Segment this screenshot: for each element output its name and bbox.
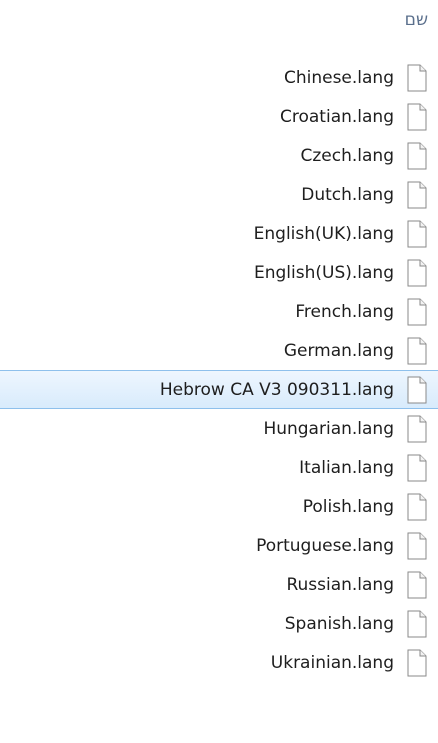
document-icon (407, 532, 427, 559)
file-row[interactable]: English(UK).lang (0, 214, 438, 253)
document-icon (407, 415, 427, 442)
file-name: Croatian.lang (280, 106, 394, 127)
document-icon (407, 376, 427, 403)
document-icon (407, 454, 427, 481)
file-row[interactable]: Portuguese.lang (0, 526, 438, 565)
file-row[interactable]: Hungarian.lang (0, 409, 438, 448)
document-icon (407, 181, 427, 208)
file-row[interactable]: French.lang (0, 292, 438, 331)
file-row[interactable]: Spanish.lang (0, 604, 438, 643)
document-icon (407, 259, 427, 286)
file-row[interactable]: Russian.lang (0, 565, 438, 604)
file-row[interactable]: Chinese.lang (0, 58, 438, 97)
file-name: English(US).lang (254, 262, 394, 283)
file-name: Dutch.lang (301, 184, 394, 205)
document-icon (407, 610, 427, 637)
file-list: Chinese.lang Croatian.lang Czech.lang Du… (0, 58, 438, 682)
file-name: Polish.lang (302, 496, 394, 517)
file-name: Ukrainian.lang (270, 652, 394, 673)
file-row[interactable]: Polish.lang (0, 487, 438, 526)
file-name: German.lang (283, 340, 394, 361)
document-icon (407, 493, 427, 520)
file-row[interactable]: English(US).lang (0, 253, 438, 292)
file-row[interactable]: Dutch.lang (0, 175, 438, 214)
file-name: Czech.lang (300, 145, 394, 166)
file-row-selected[interactable]: Hebrow CA V3 090311.lang (0, 370, 438, 409)
file-name: English(UK).lang (253, 223, 394, 244)
file-name: Portuguese.lang (256, 535, 394, 556)
name-column-header[interactable]: שם (405, 10, 428, 30)
file-name: Spanish.lang (284, 613, 394, 634)
document-icon (407, 220, 427, 247)
file-name: Italian.lang (299, 457, 394, 478)
document-icon (407, 298, 427, 325)
file-name: Hungarian.lang (263, 418, 394, 439)
file-name: Chinese.lang (283, 67, 394, 88)
document-icon (407, 337, 427, 364)
document-icon (407, 142, 427, 169)
file-name: French.lang (295, 301, 394, 322)
file-name: Hebrow CA V3 090311.lang (159, 379, 394, 400)
document-icon (407, 571, 427, 598)
file-row[interactable]: Ukrainian.lang (0, 643, 438, 682)
document-icon (407, 64, 427, 91)
document-icon (407, 103, 427, 130)
file-row[interactable]: Italian.lang (0, 448, 438, 487)
file-row[interactable]: Czech.lang (0, 136, 438, 175)
file-name: Russian.lang (286, 574, 394, 595)
file-row[interactable]: German.lang (0, 331, 438, 370)
column-header: שם (0, 0, 438, 40)
document-icon (407, 649, 427, 676)
file-row[interactable]: Croatian.lang (0, 97, 438, 136)
